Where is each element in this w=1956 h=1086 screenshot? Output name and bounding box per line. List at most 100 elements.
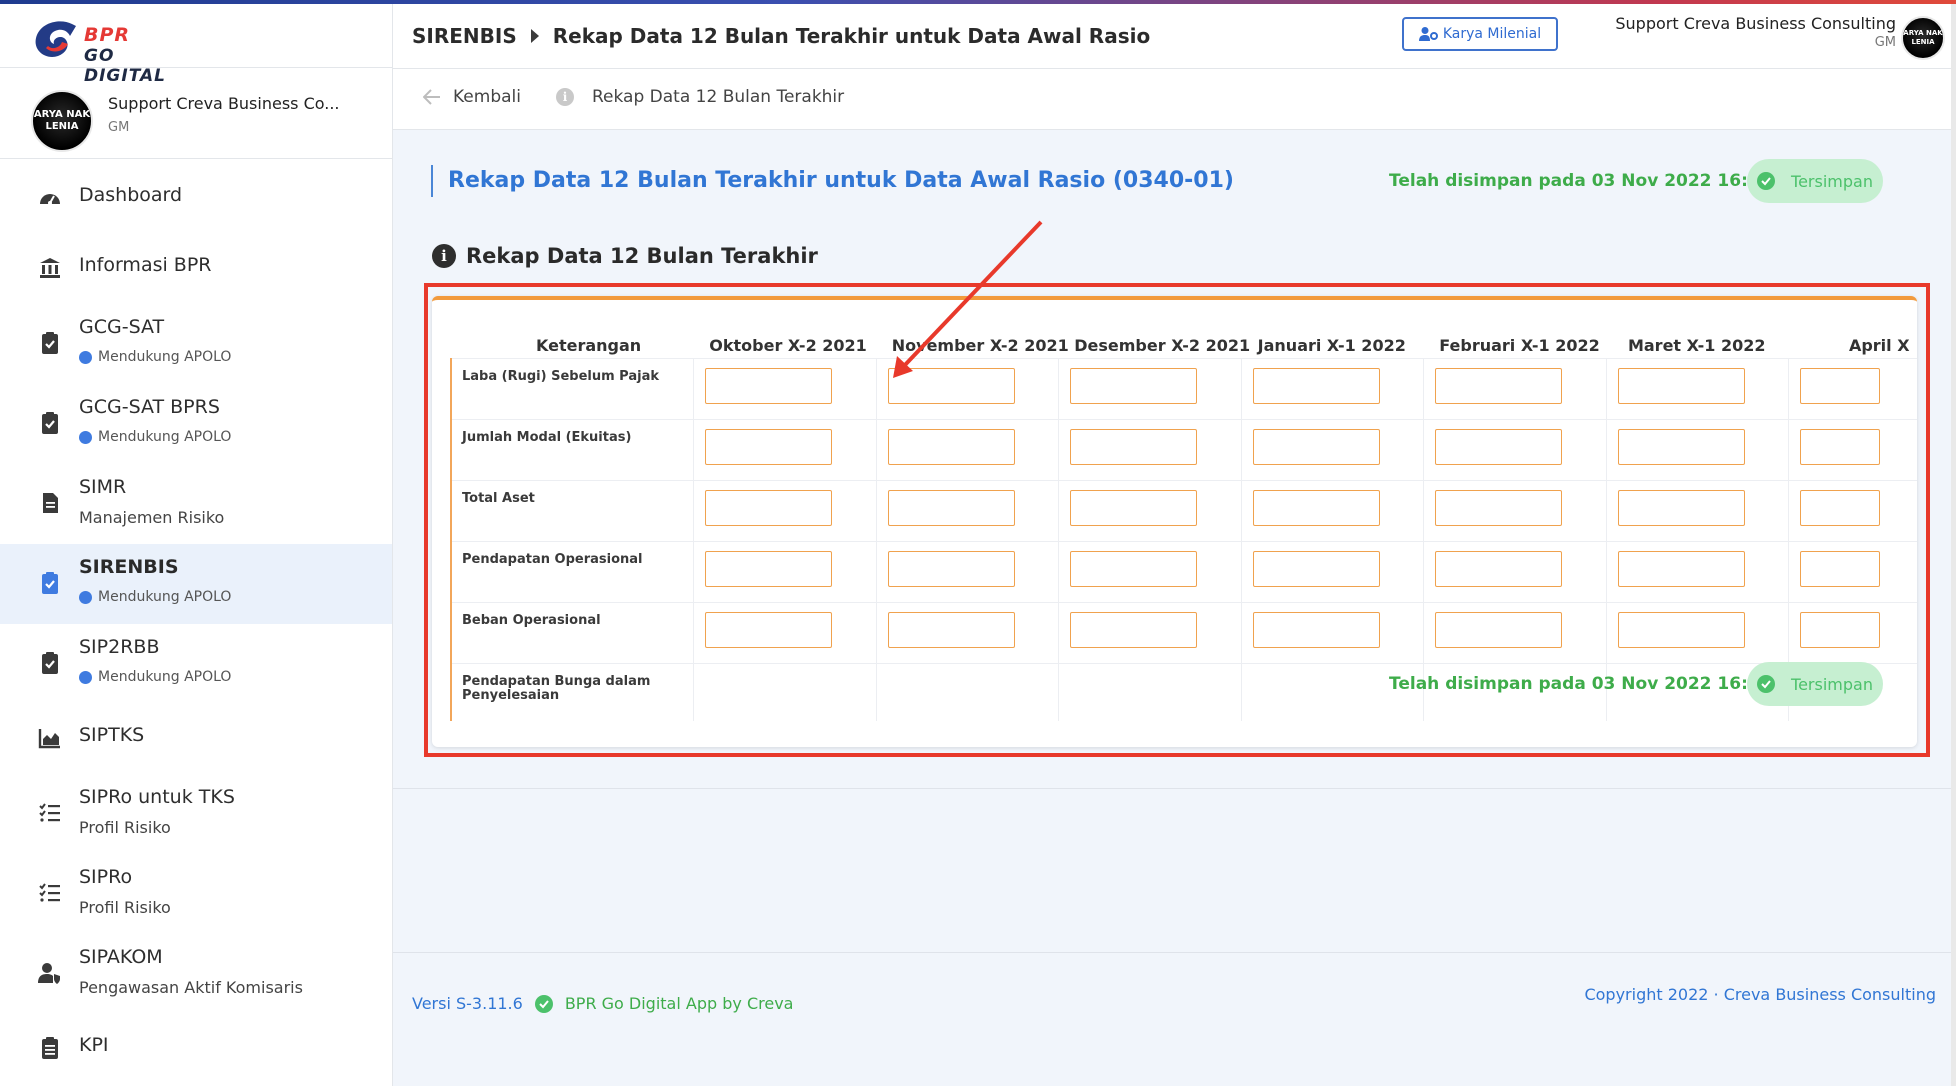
saved-button-label: Tersimpan: [1791, 171, 1873, 191]
checklist-icon: [39, 803, 60, 822]
sidebar-item-sipakom[interactable]: SIPAKOM Pengawasan Aktif Komisaris: [0, 934, 392, 1014]
user-shield-icon: [38, 963, 60, 984]
sidebar-user-name: Support Creva Business Co...: [108, 94, 340, 113]
header-user[interactable]: Support Creva Business Consulting GM: [1615, 14, 1896, 50]
sidebar-item-sub-label: Mendukung APOLO: [98, 349, 232, 365]
sidebar-divider: [0, 158, 392, 159]
check-circle-icon: [534, 994, 553, 1013]
breadcrumb-current: Rekap Data 12 Bulan Terakhir untuk Data …: [552, 24, 1151, 48]
sidebar-item-label: Informasi BPR: [79, 254, 212, 276]
karya-milenial-button[interactable]: Karya Milenial: [1402, 17, 1558, 51]
sidebar-item-label: GCG-SAT: [79, 316, 165, 338]
clipboard-check-icon: [42, 572, 58, 594]
bank-icon: [40, 258, 60, 278]
brand-logo-icon: [35, 21, 76, 57]
back-button[interactable]: Kembali: [423, 87, 521, 107]
sidebar-item-simr[interactable]: SIMR Manajemen Risiko: [0, 464, 392, 544]
sidebar-item-label: KPI: [79, 1034, 109, 1056]
sidebar-item-sub: Mendukung APOLO: [79, 349, 231, 365]
scrollbar[interactable]: [1951, 4, 1956, 1086]
sidebar-item-label: SIPRo: [79, 866, 133, 888]
header-user-role: GM: [1874, 35, 1896, 50]
sidebar-item-sub: Mendukung APOLO: [79, 589, 231, 605]
brand-logo[interactable]: BPR GO DIGITAL: [32, 16, 202, 86]
back-label: Kembali: [453, 87, 521, 107]
status-dot: [79, 670, 92, 684]
sidebar-nav: Dashboard Informasi BPR GCG-SAT Mendukun…: [0, 164, 392, 1084]
area-chart-icon: [38, 729, 60, 749]
sidebar-item-siptks[interactable]: SIPTKS: [0, 704, 392, 774]
clipboard-check-icon: [42, 652, 58, 674]
sidebar-item-label: SIP2RBB: [79, 636, 160, 658]
dashboard-icon: [40, 194, 60, 205]
sidebar-item-sub: Mendukung APOLO: [79, 669, 231, 685]
user-gear-icon: [1418, 27, 1438, 41]
sidebar-item-sip2rbb[interactable]: SIP2RBB Mendukung APOLO: [0, 624, 392, 704]
clipboard-list-icon: [42, 1037, 58, 1059]
sidebar-item-gcg-sat-bprs[interactable]: GCG-SAT BPRS Mendukung APOLO: [0, 384, 392, 464]
subbar-info: i Rekap Data 12 Bulan Terakhir: [556, 87, 844, 107]
document-icon: [43, 493, 58, 513]
saved-status-text: Telah disimpan pada 03 Nov 2022 16:44: [1389, 171, 1772, 191]
info-icon: i: [432, 244, 456, 268]
avatar[interactable]: ARYA NAK LENIA: [1901, 16, 1945, 60]
highlight-box: [424, 283, 1930, 757]
clipboard-check-icon: [42, 332, 58, 354]
sidebar-item-sirenbis[interactable]: SIRENBIS Mendukung APOLO: [0, 544, 392, 624]
page-title-wrap: Rekap Data 12 Bulan Terakhir untuk Data …: [431, 165, 1234, 197]
sidebar-item-label: SIPRo untuk TKS: [79, 786, 235, 808]
info-icon: i: [556, 88, 574, 106]
sidebar-item-sub-label: Profil Risiko: [79, 818, 171, 837]
app-label: BPR Go Digital App by Creva: [564, 994, 794, 1013]
saved-button[interactable]: Tersimpan: [1747, 159, 1883, 203]
sidebar-item-label: SIPAKOM: [79, 946, 163, 968]
sidebar-item-sub: Mendukung APOLO: [79, 429, 231, 445]
subbar-info-label: Rekap Data 12 Bulan Terakhir: [592, 87, 845, 107]
sidebar-item-sub-label: Manajemen Risiko: [79, 508, 225, 527]
status-dot: [79, 430, 92, 444]
sidebar-item-kpi[interactable]: KPI: [0, 1014, 392, 1084]
sidebar-item-sub-label: Profil Risiko: [79, 898, 171, 917]
sidebar-item-sub-label: Pengawasan Aktif Komisaris: [79, 978, 303, 997]
top-header: SIRENBIS Rekap Data 12 Bulan Terakhir un…: [393, 4, 1956, 69]
sidebar-item-label: SIRENBIS: [79, 556, 179, 578]
sidebar-item-sipro[interactable]: SIPRo Profil Risiko: [0, 854, 392, 934]
version-label: Versi S-3.11.6: [412, 994, 523, 1013]
sidebar-user-card[interactable]: ARYA NAK LENIA Support Creva Business Co…: [0, 72, 392, 162]
header-user-name: Support Creva Business Consulting: [1615, 14, 1896, 33]
copyright: Copyright 2022 · Creva Business Consulti…: [1584, 985, 1936, 1004]
sidebar-item-sub-label: Mendukung APOLO: [98, 669, 232, 685]
brand-line1: BPR: [84, 24, 131, 46]
karya-milenial-label: Karya Milenial: [1442, 26, 1542, 42]
page-title: Rekap Data 12 Bulan Terakhir untuk Data …: [448, 168, 1234, 193]
breadcrumb-root[interactable]: SIRENBIS: [412, 24, 517, 48]
breadcrumb: SIRENBIS Rekap Data 12 Bulan Terakhir un…: [412, 24, 1150, 48]
status-dot: [79, 350, 92, 364]
section-title: Rekap Data 12 Bulan Terakhir: [466, 244, 818, 268]
sidebar-user-role: GM: [108, 120, 130, 135]
sidebar-item-label: GCG-SAT BPRS: [79, 396, 220, 418]
sidebar-item-dashboard[interactable]: Dashboard: [0, 164, 392, 234]
clipboard-check-icon: [42, 412, 58, 434]
sidebar-item-sub-label: Mendukung APOLO: [98, 429, 232, 445]
sidebar-item-label: Dashboard: [79, 184, 183, 206]
sidebar-item-label: SIMR: [79, 476, 127, 498]
arrow-left-icon: [423, 89, 440, 105]
avatar: ARYA NAK LENIA: [31, 90, 93, 152]
sidebar-item-sipro-tks[interactable]: SIPRo untuk TKS Profil Risiko: [0, 774, 392, 854]
sidebar: BPR GO DIGITAL ARYA NAK LENIA Support Cr…: [0, 4, 393, 1086]
sidebar-item-informasi-bpr[interactable]: Informasi BPR: [0, 234, 392, 304]
sidebar-item-sub-label: Mendukung APOLO: [98, 589, 232, 605]
status-dot: [79, 590, 92, 604]
caret-right-icon: [530, 29, 539, 43]
footer-version: Versi S-3.11.6 BPR Go Digital App by Cre…: [412, 994, 793, 1013]
sidebar-item-label: SIPTKS: [79, 724, 145, 746]
checklist-icon: [39, 883, 60, 902]
section-header: i Rekap Data 12 Bulan Terakhir: [432, 244, 818, 268]
sidebar-divider: [0, 67, 392, 68]
sub-navigation-bar: Kembali i Rekap Data 12 Bulan Terakhir: [393, 69, 1956, 130]
check-circle-icon: [1757, 172, 1776, 190]
footer-divider: [393, 952, 1956, 953]
content-divider: [393, 788, 1956, 789]
sidebar-item-gcg-sat[interactable]: GCG-SAT Mendukung APOLO: [0, 304, 392, 384]
